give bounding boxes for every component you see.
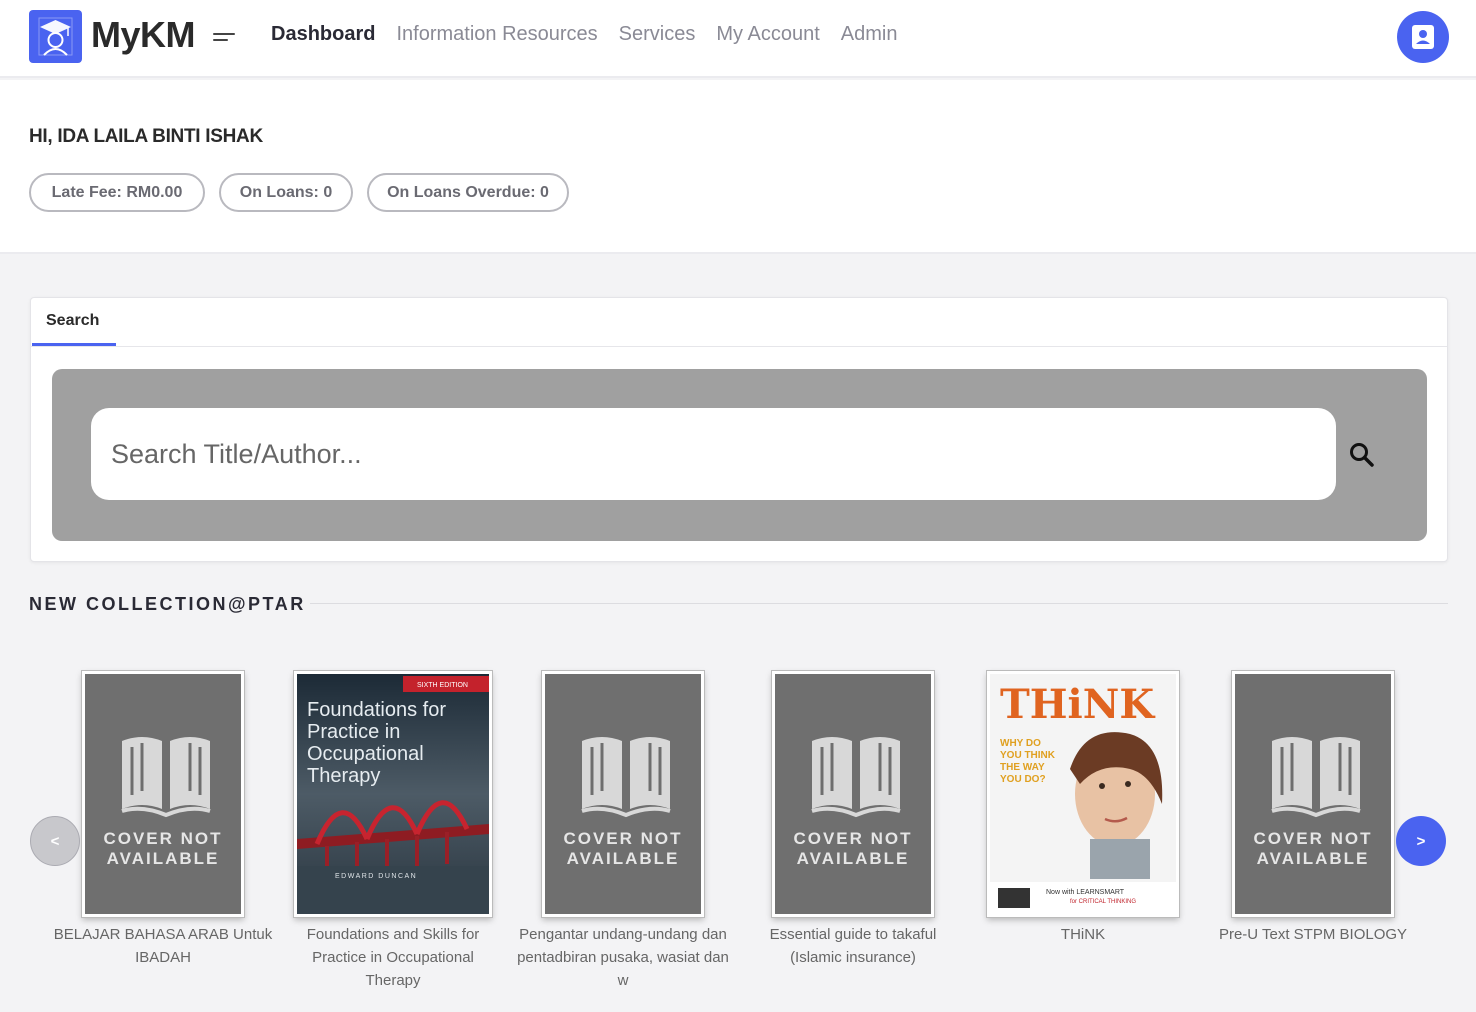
search-input[interactable] (91, 408, 1336, 500)
on-loans-badge[interactable]: On Loans: 0 (219, 173, 353, 212)
book-open-icon (811, 737, 901, 818)
svg-text:Occupational: Occupational (307, 743, 424, 765)
book-title[interactable]: THiNK (973, 923, 1193, 946)
book-cover[interactable]: COVER NOT AVAILABLE (1231, 670, 1395, 918)
book-open-icon (1271, 737, 1361, 818)
carousel-next-button[interactable]: > (1396, 816, 1446, 866)
top-navbar: MyKM Dashboard Information Resources Ser… (0, 0, 1476, 78)
search-panel (52, 369, 1427, 541)
overdue-badge[interactable]: On Loans Overdue: 0 (367, 173, 569, 212)
book-title[interactable]: Foundations and Skills for Practice in O… (283, 923, 503, 992)
greeting-section: HI, IDA LAILA BINTI ISHAK Late Fee: RM0.… (0, 80, 1476, 254)
hamburger-icon[interactable] (213, 31, 235, 43)
profile-button[interactable] (1397, 11, 1449, 63)
main-nav: Dashboard Information Resources Services… (271, 23, 918, 46)
book-cover[interactable]: COVER NOT AVAILABLE (81, 670, 245, 918)
svg-text:YOU DO?: YOU DO? (1000, 774, 1046, 785)
profile-card-icon (1412, 25, 1434, 49)
svg-text:THiNK: THiNK (1000, 681, 1155, 728)
svg-text:WHY DO: WHY DO (1000, 738, 1041, 749)
book-cover[interactable]: SIXTH EDITION Foundations for Practice i… (293, 670, 493, 918)
tab-divider (31, 346, 1447, 347)
cover-image: SIXTH EDITION Foundations for Practice i… (297, 674, 489, 914)
cover-na-line2: AVAILABLE (1256, 849, 1370, 868)
book-title[interactable]: BELAJAR BAHASA ARAB Untuk IBADAH (53, 923, 273, 969)
search-icon[interactable] (1347, 440, 1377, 470)
svg-text:SIXTH EDITION: SIXTH EDITION (417, 682, 468, 689)
brand-name[interactable]: MyKM (91, 14, 196, 56)
cover-image: THiNK WHY DO YOU THINK THE WAY YOU DO? N… (990, 674, 1176, 914)
late-fee-badge[interactable]: Late Fee: RM0.00 (29, 173, 205, 212)
carousel-prev-button[interactable]: < (30, 816, 80, 866)
book-title[interactable]: Essential guide to takaful (Islamic insu… (743, 923, 963, 969)
cover-na-line2: AVAILABLE (796, 849, 910, 868)
svg-text:Foundations for: Foundations for (307, 699, 446, 721)
cover-na-line1: COVER NOT (793, 829, 913, 848)
nav-dashboard[interactable]: Dashboard (271, 23, 375, 46)
nav-information-resources[interactable]: Information Resources (396, 23, 597, 46)
book-title[interactable]: Pengantar undang-undang dan pentadbiran … (513, 923, 733, 992)
collection-heading: NEW COLLECTION@PTAR (29, 594, 306, 614)
cover-na-line1: COVER NOT (103, 829, 223, 848)
tab-search[interactable]: Search (46, 312, 99, 330)
svg-text:EDWARD DUNCAN: EDWARD DUNCAN (335, 873, 417, 880)
search-card: Search (30, 297, 1448, 562)
book-cover[interactable]: COVER NOT AVAILABLE (771, 670, 935, 918)
cover-na-line2: AVAILABLE (106, 849, 220, 868)
user-greeting: HI, IDA LAILA BINTI ISHAK (29, 126, 263, 147)
cover-na-line1: COVER NOT (1253, 829, 1373, 848)
book-cover[interactable]: THiNK WHY DO YOU THINK THE WAY YOU DO? N… (986, 670, 1180, 918)
svg-text:Therapy: Therapy (307, 765, 380, 787)
svg-text:THE WAY: THE WAY (1000, 762, 1045, 773)
nav-services[interactable]: Services (619, 23, 696, 46)
book-title[interactable]: Pre-U Text STPM BIOLOGY (1203, 923, 1423, 946)
graduate-logo-icon[interactable] (29, 10, 82, 63)
cover-na-line2: AVAILABLE (566, 849, 680, 868)
book-cover[interactable]: COVER NOT AVAILABLE (541, 670, 705, 918)
svg-text:Practice in: Practice in (307, 721, 400, 743)
svg-text:Now with LEARNSMART: Now with LEARNSMART (1046, 889, 1125, 896)
book-open-icon (581, 737, 671, 818)
svg-text:for CRITICAL THINKING: for CRITICAL THINKING (1070, 899, 1136, 905)
cover-na-line1: COVER NOT (563, 829, 683, 848)
svg-text:YOU THINK: YOU THINK (1000, 750, 1056, 761)
collection-divider (310, 603, 1448, 604)
book-open-icon (121, 737, 211, 818)
nav-my-account[interactable]: My Account (716, 23, 819, 46)
nav-admin[interactable]: Admin (841, 23, 898, 46)
